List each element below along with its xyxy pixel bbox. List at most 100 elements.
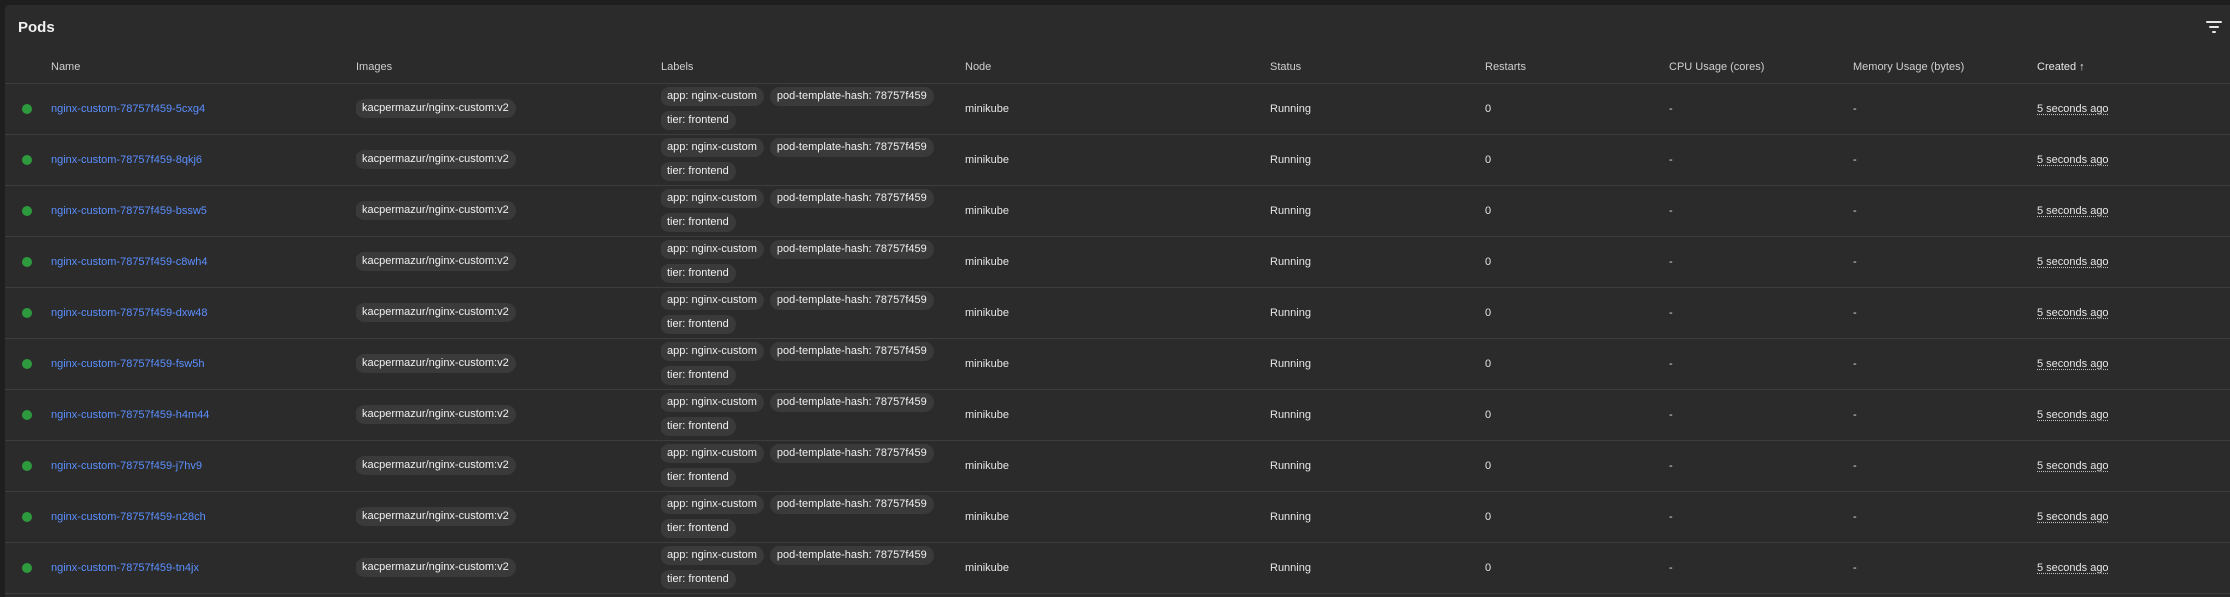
header-created-label: Created — [2037, 60, 2077, 73]
memory-cell: - — [1853, 357, 1857, 370]
created-time[interactable]: 5 seconds ago — [2037, 103, 2109, 115]
node-cell: minikube — [965, 408, 1010, 421]
label-chip: app: nginx-custom — [661, 444, 764, 463]
table-row[interactable]: nginx-custom-78757f459-8qkj6 kacpermazur… — [5, 134, 2230, 185]
labels-list: app: nginx-custom pod-template-hash: 7875… — [661, 138, 960, 181]
created-time[interactable]: 5 seconds ago — [2037, 460, 2109, 472]
created-time[interactable]: 5 seconds ago — [2037, 511, 2109, 523]
table-row[interactable]: nginx-custom-78757f459-j7hv9 kacpermazur… — [5, 440, 2230, 491]
label-chip: pod-template-hash: 78757f459 — [769, 342, 934, 361]
table-row[interactable]: nginx-custom-78757f459-c8wh4 kacpermazur… — [5, 236, 2230, 287]
filter-list-icon[interactable] — [2206, 21, 2222, 35]
table-row[interactable]: nginx-custom-78757f459-5cxg4 kacpermazur… — [5, 83, 2230, 134]
name-cell: nginx-custom-78757f459-n28ch — [51, 491, 356, 542]
labels-cell: app: nginx-custom pod-template-hash: 7875… — [661, 542, 965, 593]
header-cpu[interactable]: CPU Usage (cores) — [1669, 51, 1853, 83]
labels-list: app: nginx-custom pod-template-hash: 7875… — [661, 342, 960, 385]
labels-cell: app: nginx-custom pod-template-hash: 7875… — [661, 389, 965, 440]
created-time[interactable]: 5 seconds ago — [2037, 358, 2109, 370]
label-chip: tier: frontend — [661, 468, 736, 487]
memory-cell: - — [1853, 306, 1857, 319]
pod-name-link[interactable]: nginx-custom-78757f459-8qkj6 — [51, 154, 202, 166]
label-chip: app: nginx-custom — [661, 138, 764, 157]
header-memory[interactable]: Memory Usage (bytes) — [1853, 51, 2037, 83]
cpu-cell: - — [1669, 102, 1673, 115]
restarts-cell: 0 — [1485, 357, 1492, 370]
table-row[interactable]: nginx-custom-78757f459-h4m44 kacpermazur… — [5, 389, 2230, 440]
created-time[interactable]: 5 seconds ago — [2037, 409, 2109, 421]
created-cell: 5 seconds ago — [2037, 83, 2230, 134]
pod-name-link[interactable]: nginx-custom-78757f459-h4m44 — [51, 409, 209, 421]
cpu-cell: - — [1669, 255, 1673, 268]
header-name[interactable]: Name — [51, 51, 356, 83]
labels-list: app: nginx-custom pod-template-hash: 7875… — [661, 189, 960, 232]
header-status[interactable]: Status — [1270, 51, 1485, 83]
node-cell: minikube — [965, 357, 1010, 370]
created-cell: 5 seconds ago — [2037, 389, 2230, 440]
table-row[interactable]: nginx-custom-78757f459-bssw5 kacpermazur… — [5, 185, 2230, 236]
label-chip: tier: frontend — [661, 162, 736, 181]
status-running-icon — [22, 307, 32, 318]
image-chip: kacpermazur/nginx-custom:v2 — [356, 456, 516, 475]
label-chip: tier: frontend — [661, 417, 736, 436]
header-node[interactable]: Node — [965, 51, 1270, 83]
cpu-cell: - — [1669, 306, 1673, 319]
image-chip: kacpermazur/nginx-custom:v2 — [356, 354, 516, 373]
created-time[interactable]: 5 seconds ago — [2037, 256, 2109, 268]
label-chip: tier: frontend — [661, 570, 736, 589]
cpu-cell: - — [1669, 204, 1673, 217]
image-cell: kacpermazur/nginx-custom:v2 — [356, 287, 661, 338]
node-cell: minikube — [965, 102, 1010, 115]
status-cell — [5, 287, 51, 338]
table-row[interactable]: nginx-custom-78757f459-fsw5h kacpermazur… — [5, 338, 2230, 389]
created-cell: 5 seconds ago — [2037, 236, 2230, 287]
pod-name-link[interactable]: nginx-custom-78757f459-j7hv9 — [51, 460, 202, 472]
image-cell: kacpermazur/nginx-custom:v2 — [356, 236, 661, 287]
table-row[interactable]: nginx-custom-78757f459-dxw48 kacpermazur… — [5, 287, 2230, 338]
table-row[interactable]: nginx-custom-78757f459-tn4jx kacpermazur… — [5, 542, 2230, 593]
status-text-cell: Running — [1270, 255, 1311, 268]
status-running-icon — [22, 205, 32, 216]
pod-name-link[interactable]: nginx-custom-78757f459-tn4jx — [51, 562, 199, 574]
status-cell — [5, 440, 51, 491]
labels-list: app: nginx-custom pod-template-hash: 7875… — [661, 546, 960, 589]
label-chip: app: nginx-custom — [661, 189, 764, 208]
status-running-icon — [22, 154, 32, 165]
created-time[interactable]: 5 seconds ago — [2037, 154, 2109, 166]
table-header-row: Name Images Labels Node Status Restarts … — [5, 51, 2230, 83]
pod-name-link[interactable]: nginx-custom-78757f459-c8wh4 — [51, 256, 208, 268]
created-time[interactable]: 5 seconds ago — [2037, 307, 2109, 319]
header-restarts[interactable]: Restarts — [1485, 51, 1669, 83]
name-cell: nginx-custom-78757f459-c8wh4 — [51, 236, 356, 287]
created-time[interactable]: 5 seconds ago — [2037, 205, 2109, 217]
node-cell: minikube — [965, 255, 1010, 268]
created-cell: 5 seconds ago — [2037, 287, 2230, 338]
header-created[interactable]: Created ↑ — [2037, 51, 2230, 83]
table-row[interactable]: nginx-custom-78757f459-n28ch kacpermazur… — [5, 491, 2230, 542]
labels-list: app: nginx-custom pod-template-hash: 7875… — [661, 291, 960, 334]
created-time[interactable]: 5 seconds ago — [2037, 562, 2109, 574]
pod-name-link[interactable]: nginx-custom-78757f459-n28ch — [51, 511, 206, 523]
status-cell — [5, 338, 51, 389]
image-chip: kacpermazur/nginx-custom:v2 — [356, 405, 516, 424]
restarts-cell: 0 — [1485, 306, 1492, 319]
image-chip: kacpermazur/nginx-custom:v2 — [356, 99, 516, 118]
pod-name-link[interactable]: nginx-custom-78757f459-bssw5 — [51, 205, 207, 217]
name-cell: nginx-custom-78757f459-tn4jx — [51, 542, 356, 593]
status-cell — [5, 389, 51, 440]
pod-name-link[interactable]: nginx-custom-78757f459-dxw48 — [51, 307, 208, 319]
node-cell: minikube — [965, 510, 1010, 523]
image-chip: kacpermazur/nginx-custom:v2 — [356, 507, 516, 526]
label-chip: app: nginx-custom — [661, 393, 764, 412]
pod-name-link[interactable]: nginx-custom-78757f459-fsw5h — [51, 358, 204, 370]
labels-cell: app: nginx-custom pod-template-hash: 7875… — [661, 440, 965, 491]
image-cell: kacpermazur/nginx-custom:v2 — [356, 389, 661, 440]
cpu-cell: - — [1669, 153, 1673, 166]
status-text-cell: Running — [1270, 357, 1311, 370]
pod-name-link[interactable]: nginx-custom-78757f459-5cxg4 — [51, 103, 205, 115]
memory-cell: - — [1853, 408, 1857, 421]
sort-ascending-icon: ↑ — [2079, 60, 2085, 73]
memory-cell: - — [1853, 561, 1857, 574]
labels-list: app: nginx-custom pod-template-hash: 7875… — [661, 444, 960, 487]
created-cell: 5 seconds ago — [2037, 134, 2230, 185]
